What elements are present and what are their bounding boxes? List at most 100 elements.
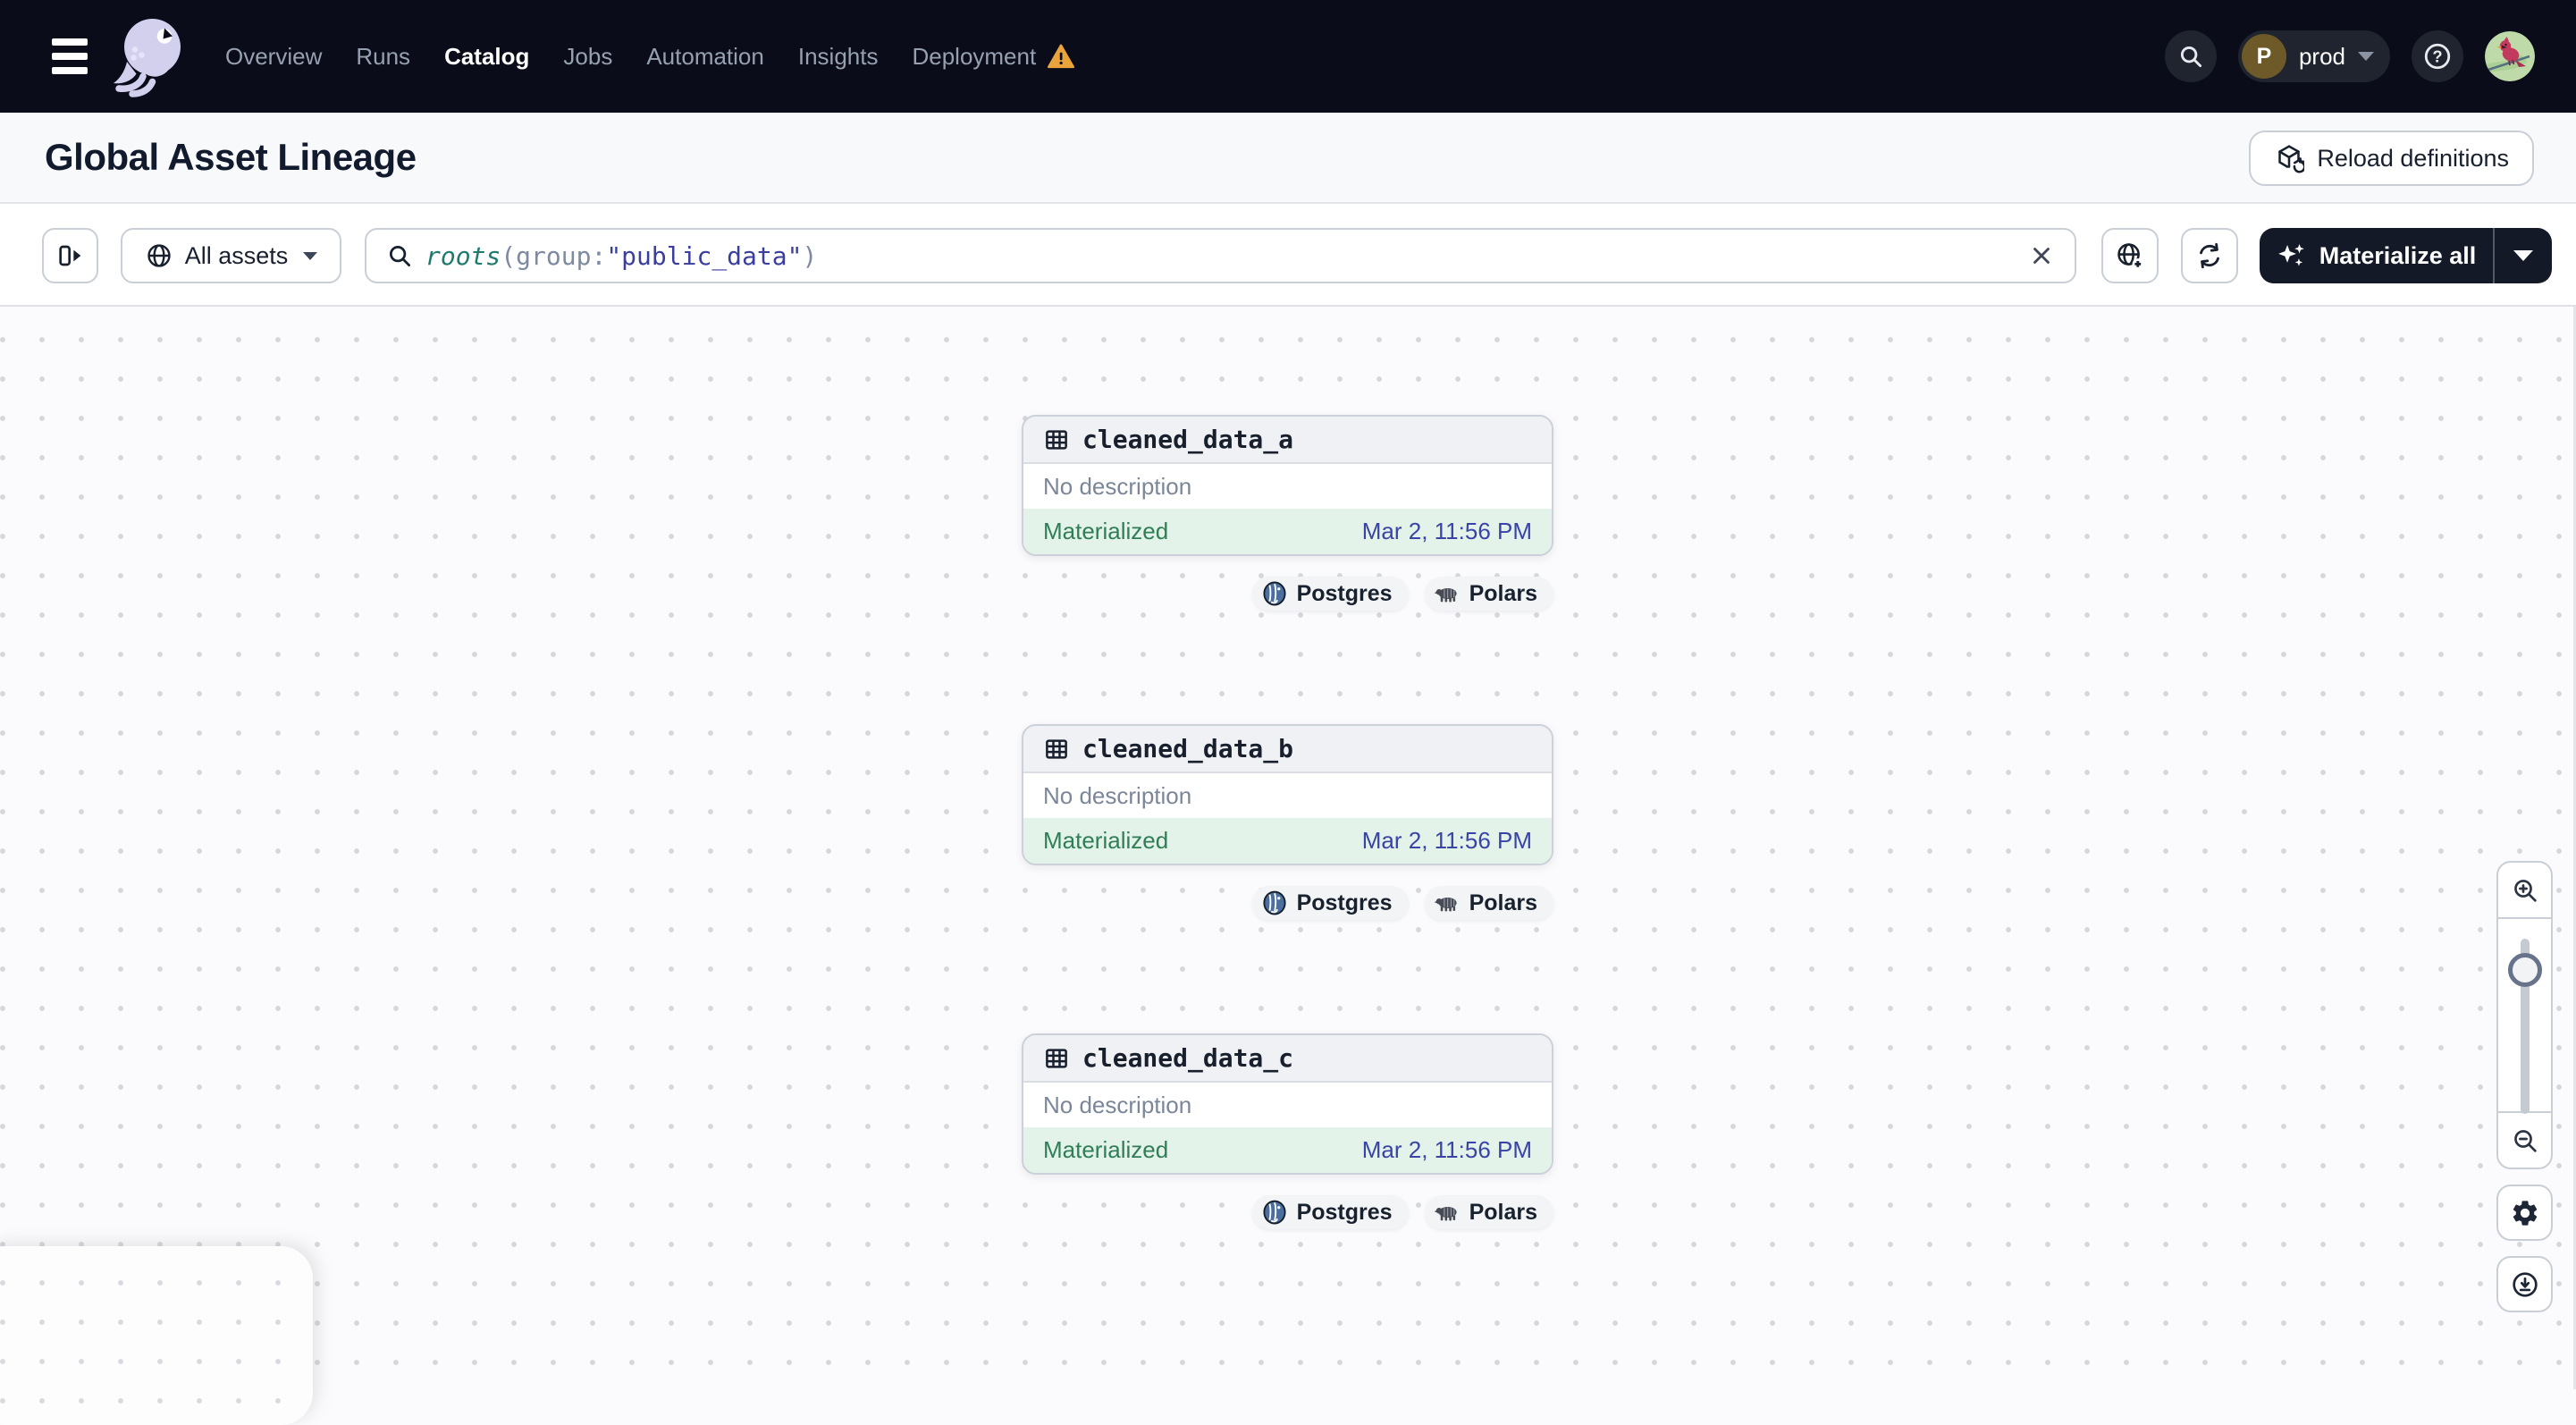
- asset-status-bar: Materialized Mar 2, 11:56 PM: [1023, 818, 1552, 864]
- tag-label: Postgres: [1296, 580, 1393, 606]
- polars-bear-icon: [1434, 898, 1457, 912]
- menu-icon[interactable]: [52, 38, 88, 74]
- refresh-button[interactable]: [2181, 228, 2238, 283]
- tag-polars[interactable]: Polars: [1424, 577, 1553, 611]
- tag-polars[interactable]: Polars: [1424, 1195, 1553, 1229]
- asset-tags: Postgres Polars: [1022, 1195, 1553, 1229]
- gear-icon: [2513, 1200, 2537, 1226]
- reload-cube-icon: [2278, 145, 2305, 173]
- nav-automation[interactable]: Automation: [646, 43, 764, 71]
- help-button[interactable]: ?: [2412, 30, 2463, 82]
- materialization-timestamp[interactable]: Mar 2, 11:56 PM: [1362, 1136, 1532, 1164]
- tag-postgres[interactable]: Postgres: [1251, 577, 1409, 611]
- lineage-toolbar: All assets roots(group:"public_data") Ma…: [0, 204, 2576, 307]
- tag-postgres[interactable]: Postgres: [1251, 1195, 1409, 1229]
- status-badge: Materialized: [1043, 1136, 1169, 1163]
- zoom-controls: [2496, 861, 2553, 1169]
- status-badge: Materialized: [1043, 518, 1169, 544]
- polars-bear-icon: [1434, 588, 1457, 603]
- materialize-all-split-button: Materialize all: [2260, 228, 2552, 283]
- polars-bear-icon: [1434, 1207, 1457, 1221]
- asset-group-cleaned-data-b: cleaned_data_b No description Materializ…: [1022, 724, 1553, 920]
- asset-node[interactable]: cleaned_data_c No description Materializ…: [1022, 1033, 1553, 1175]
- reload-definitions-button[interactable]: Reload definitions: [2249, 131, 2534, 186]
- page-title: Global Asset Lineage: [45, 136, 417, 178]
- avatar-bird-image: [2485, 31, 2535, 81]
- query-text: roots(group:"public_data"): [425, 240, 818, 271]
- asset-node-header: cleaned_data_c: [1023, 1035, 1552, 1083]
- nav-insights[interactable]: Insights: [798, 43, 879, 71]
- panel-expand-icon: [58, 245, 80, 266]
- asset-node-header: cleaned_data_b: [1023, 726, 1552, 773]
- nav-overview[interactable]: Overview: [225, 43, 322, 71]
- table-icon: [1046, 429, 1067, 450]
- environment-name: prod: [2298, 42, 2345, 70]
- refresh-icon: [2200, 242, 2219, 269]
- asset-node-header: cleaned_data_a: [1023, 417, 1552, 464]
- user-avatar[interactable]: [2485, 31, 2535, 81]
- asset-name: cleaned_data_b: [1082, 734, 1294, 763]
- tag-label: Polars: [1469, 890, 1537, 915]
- materialize-all-button[interactable]: Materialize all: [2260, 228, 2493, 283]
- environment-switcher[interactable]: P prod: [2237, 30, 2390, 82]
- nav-catalog[interactable]: Catalog: [444, 43, 529, 71]
- postgres-icon: [1263, 581, 1286, 606]
- tag-label: Postgres: [1296, 890, 1393, 915]
- asset-scope-label: All assets: [184, 241, 289, 269]
- caret-down-icon: [2513, 250, 2533, 261]
- environment-initial: P: [2241, 34, 2286, 79]
- page-header: Global Asset Lineage Reload definitions: [0, 113, 2576, 204]
- chevron-down-icon: [303, 251, 318, 260]
- asset-tags: Postgres Polars: [1022, 577, 1553, 611]
- tag-postgres[interactable]: Postgres: [1251, 886, 1409, 920]
- tag-polars[interactable]: Polars: [1424, 886, 1553, 920]
- global-search-button[interactable]: [2164, 30, 2217, 82]
- lineage-canvas[interactable]: cleaned_data_a No description Materializ…: [0, 307, 2576, 1425]
- zoom-in-icon: [2513, 879, 2537, 902]
- asset-node[interactable]: cleaned_data_a No description Materializ…: [1022, 415, 1553, 556]
- sparkles-icon: [2277, 243, 2304, 266]
- reload-definitions-label: Reload definitions: [2317, 144, 2509, 172]
- asset-description: No description: [1043, 472, 1192, 500]
- search-icon: [2180, 46, 2202, 68]
- asset-tags: Postgres Polars: [1022, 886, 1553, 920]
- asset-group-cleaned-data-c: cleaned_data_c No description Materializ…: [1022, 1033, 1553, 1229]
- asset-name: cleaned_data_c: [1082, 1043, 1294, 1073]
- nav-runs[interactable]: Runs: [356, 43, 410, 71]
- globe-plus-icon: [2117, 243, 2144, 270]
- lineage-query-input[interactable]: roots(group:"public_data"): [365, 228, 2076, 283]
- asset-name: cleaned_data_a: [1082, 425, 1294, 454]
- top-nav: Overview Runs Catalog Jobs Automation In…: [0, 0, 2576, 113]
- tag-label: Polars: [1469, 1199, 1537, 1225]
- asset-scope-dropdown[interactable]: All assets: [121, 228, 341, 283]
- tag-label: Polars: [1469, 580, 1537, 606]
- materialize-all-label: Materialize all: [2319, 241, 2477, 269]
- zoom-slider-knob[interactable]: [2507, 953, 2542, 987]
- download-icon: [2512, 1271, 2538, 1297]
- zoom-in-button[interactable]: [2498, 863, 2551, 919]
- table-icon: [1046, 1048, 1067, 1068]
- asset-node[interactable]: cleaned_data_b No description Materializ…: [1022, 724, 1553, 865]
- asset-status-bar: Materialized Mar 2, 11:56 PM: [1023, 509, 1552, 554]
- nav-jobs[interactable]: Jobs: [563, 43, 612, 71]
- nav-deployment[interactable]: Deployment: [912, 43, 1075, 71]
- tag-label: Postgres: [1296, 1199, 1393, 1225]
- materialization-timestamp[interactable]: Mar 2, 11:56 PM: [1362, 827, 1532, 855]
- help-icon: ?: [2424, 43, 2451, 70]
- expand-panel-button[interactable]: [42, 228, 98, 283]
- globe-icon: [147, 244, 171, 267]
- zoom-out-button[interactable]: [2498, 1111, 2551, 1168]
- zoom-slider: [2498, 919, 2551, 1114]
- asset-description: No description: [1043, 781, 1192, 809]
- asset-status-bar: Materialized Mar 2, 11:56 PM: [1023, 1127, 1552, 1173]
- nav-right-cluster: P prod ?: [2164, 30, 2535, 82]
- search-icon: [390, 246, 410, 266]
- materialize-options-button[interactable]: [2495, 228, 2552, 283]
- graph-settings-button[interactable]: [2496, 1185, 2553, 1241]
- materialization-timestamp[interactable]: Mar 2, 11:56 PM: [1362, 518, 1532, 545]
- chevron-down-icon: [2358, 52, 2374, 61]
- dagster-logo[interactable]: [105, 6, 191, 106]
- download-graph-button[interactable]: [2496, 1256, 2553, 1312]
- group-by-button[interactable]: [2101, 228, 2159, 283]
- clear-query-icon[interactable]: [2028, 242, 2055, 269]
